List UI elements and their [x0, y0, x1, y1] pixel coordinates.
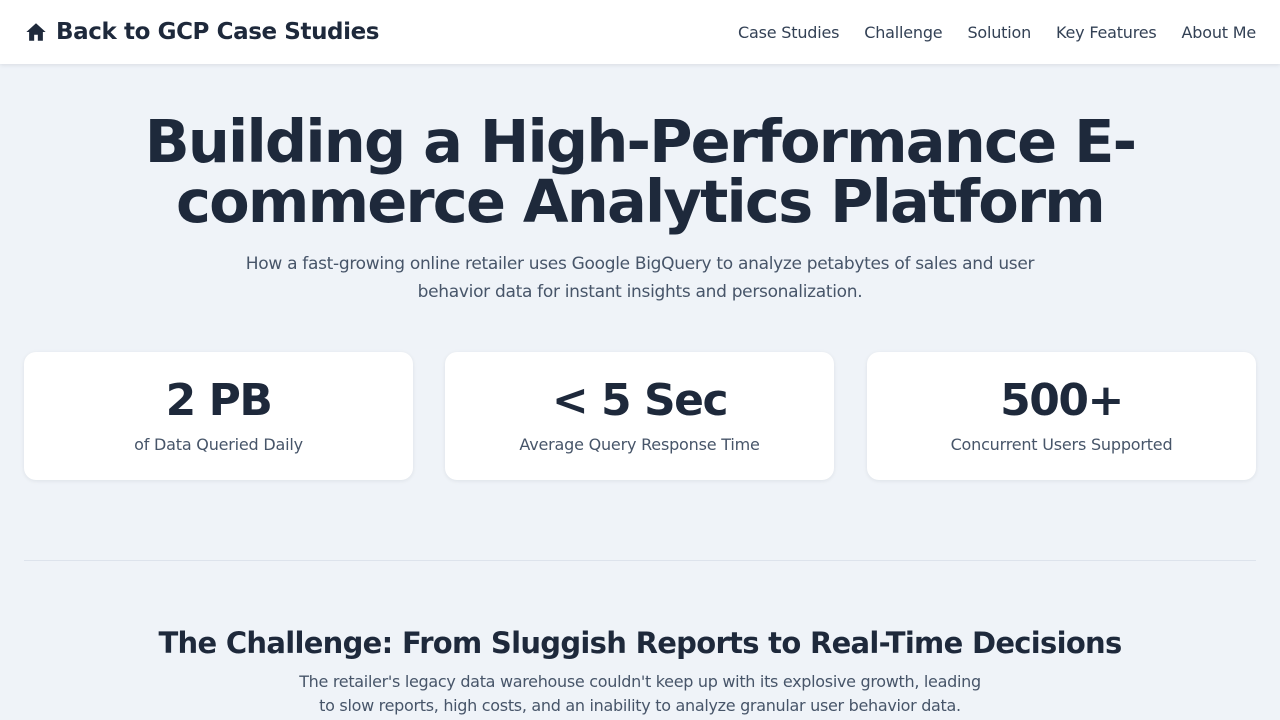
- stat-label: Average Query Response Time: [519, 435, 760, 454]
- challenge-section-title: The Challenge: From Sluggish Reports to …: [158, 626, 1122, 660]
- hero-subtitle: How a fast-growing online retailer uses …: [245, 254, 1035, 302]
- section-divider: [24, 560, 1256, 561]
- stat-label: Concurrent Users Supported: [950, 435, 1173, 454]
- brand-label: Back to GCP Case Studies: [56, 19, 380, 45]
- nav-link-key-features[interactable]: Key Features: [1056, 23, 1157, 42]
- challenge-section-text: The retailer's legacy data warehouse cou…: [299, 672, 981, 715]
- nav-link-challenge[interactable]: Challenge: [864, 23, 942, 42]
- nav-links: Case Studies Challenge Solution Key Feat…: [738, 23, 1256, 42]
- home-icon: [26, 23, 46, 41]
- stat-card-concurrent-users: 500+ Concurrent Users Supported: [867, 352, 1256, 480]
- stat-card-data-queried: 2 PB of Data Queried Daily: [24, 352, 413, 480]
- back-to-case-studies-link[interactable]: Back to GCP Case Studies: [25, 19, 379, 45]
- nav-link-about-me[interactable]: About Me: [1182, 23, 1257, 42]
- hero-title: Building a High-Performance E-commerce A…: [144, 107, 1137, 236]
- top-navbar: Back to GCP Case Studies Case Studies Ch…: [0, 0, 1280, 64]
- stat-value: 500+: [1000, 375, 1124, 426]
- stat-card-query-response: < 5 Sec Average Query Response Time: [445, 352, 834, 480]
- stat-value: 2 PB: [165, 375, 273, 426]
- stat-label: of Data Queried Daily: [134, 435, 303, 454]
- nav-link-solution[interactable]: Solution: [967, 23, 1031, 42]
- stat-value: < 5 Sec: [551, 375, 729, 426]
- nav-link-case-studies[interactable]: Case Studies: [738, 23, 839, 42]
